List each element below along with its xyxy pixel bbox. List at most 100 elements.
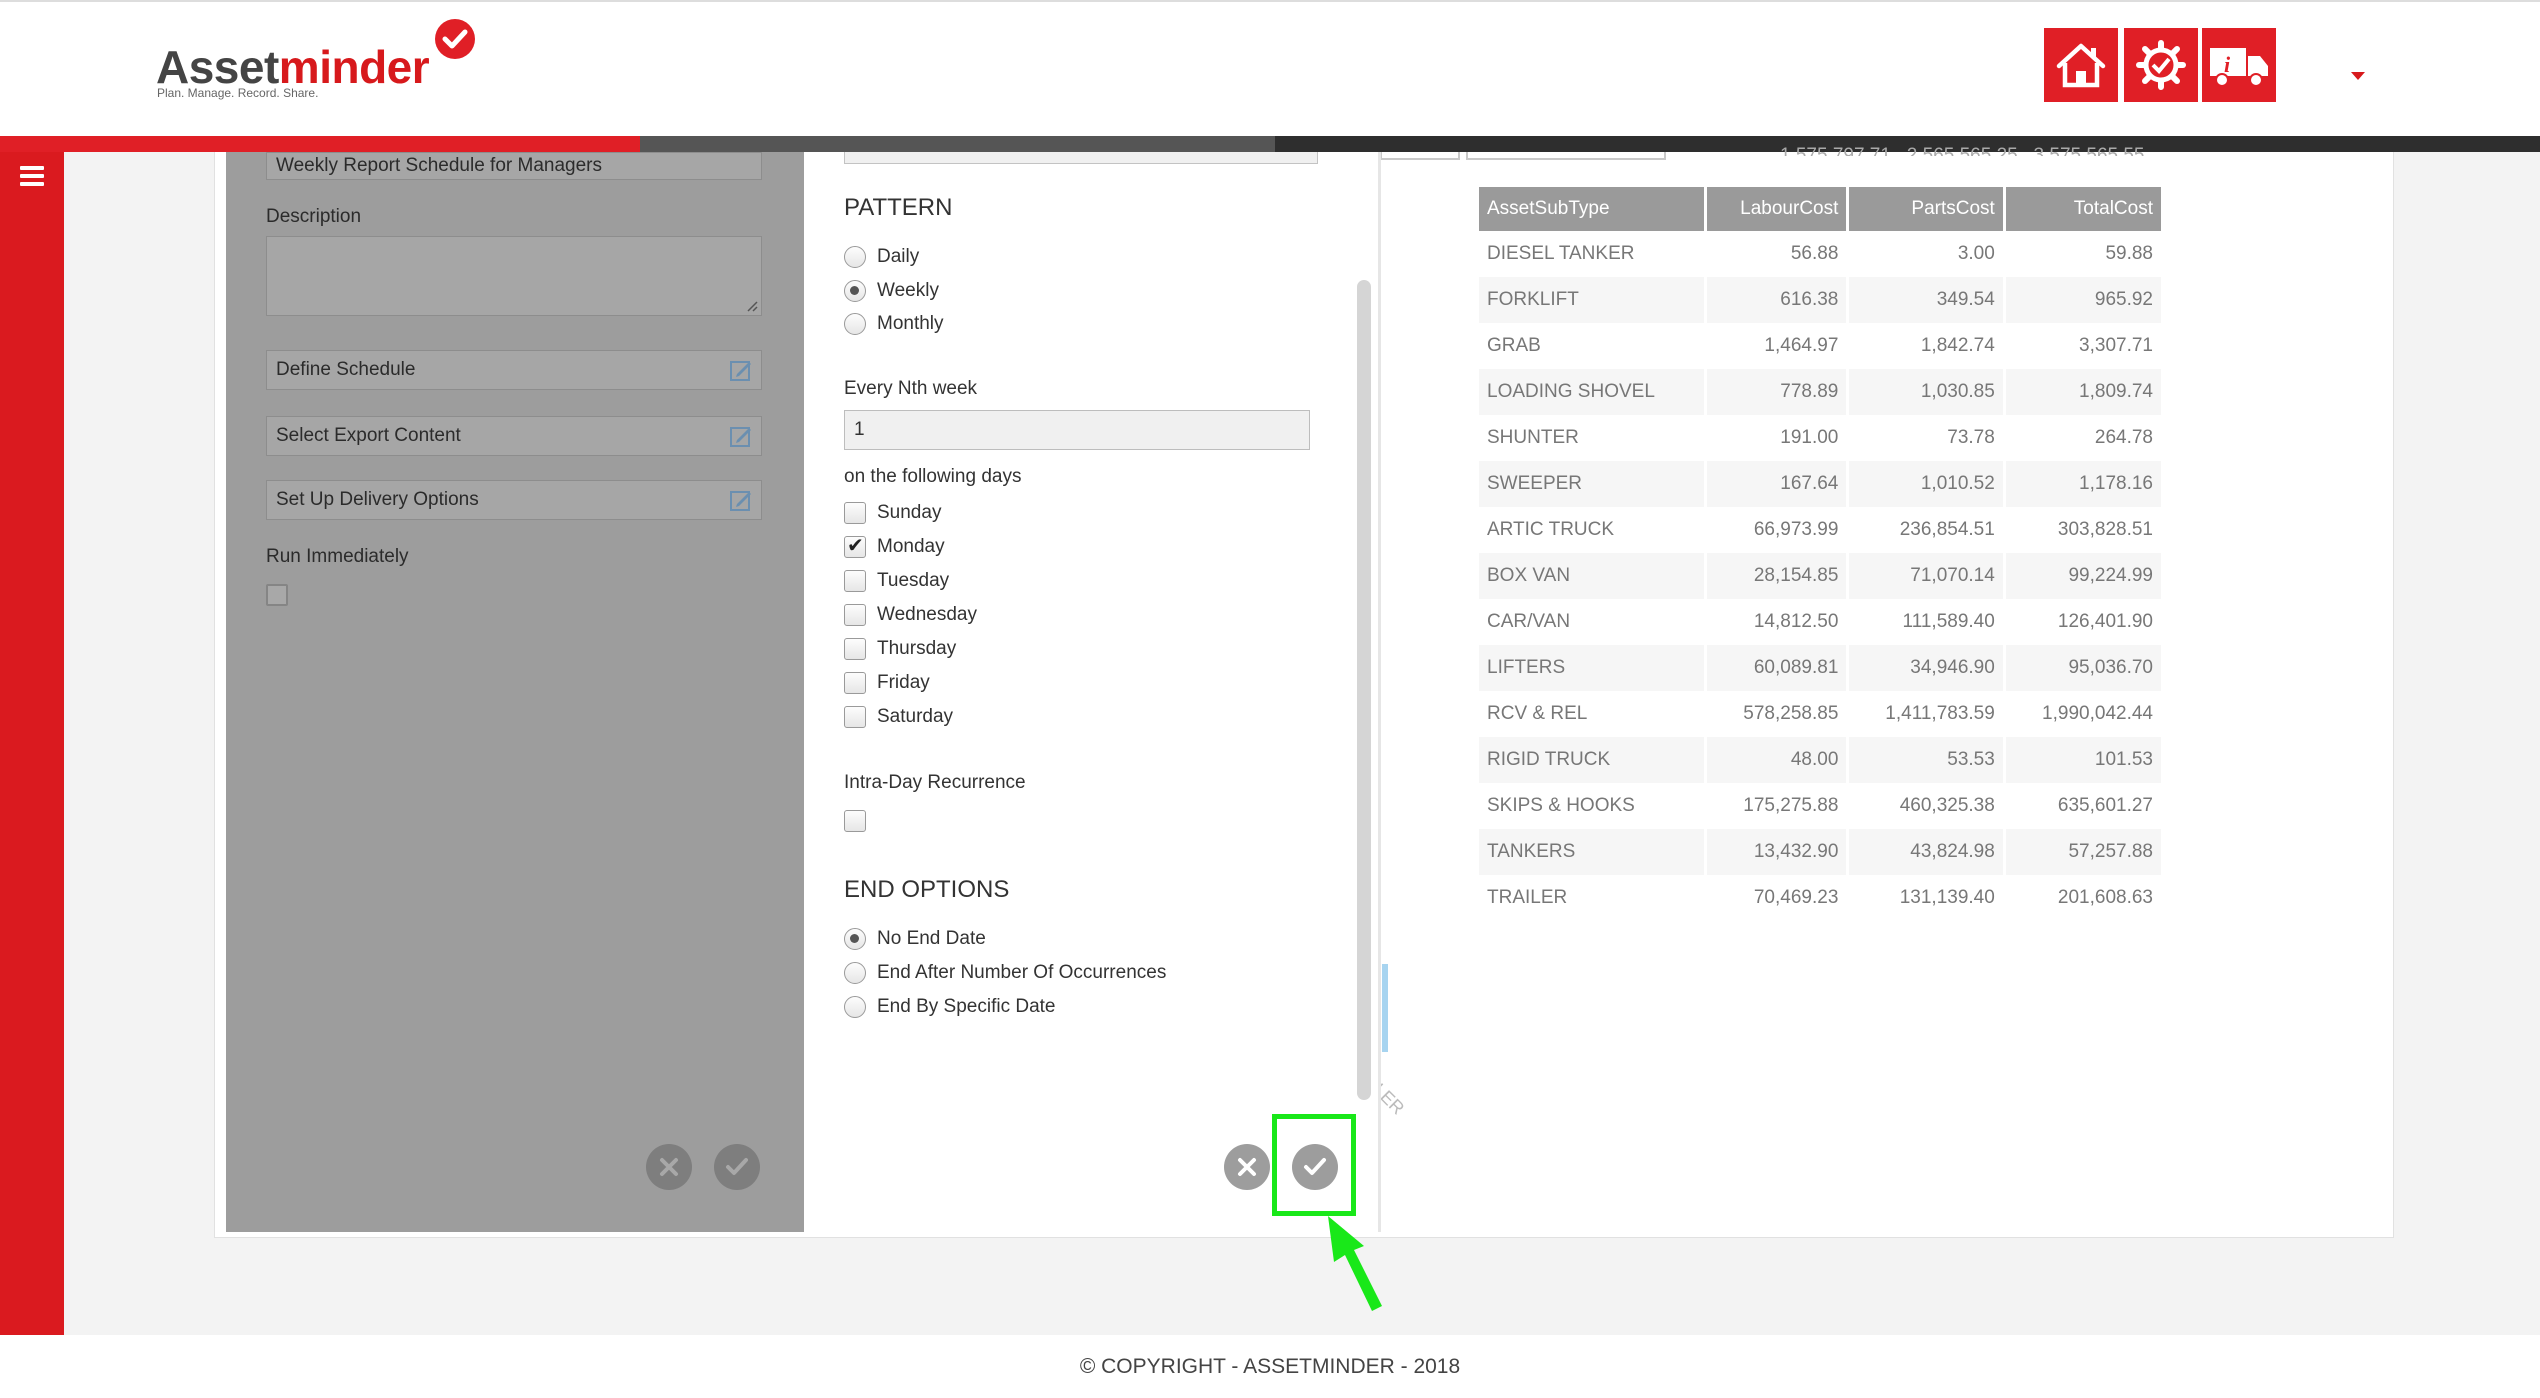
table-cell: 28,154.85 bbox=[1706, 553, 1847, 599]
schedule-cancel-button[interactable] bbox=[1224, 1144, 1270, 1190]
table-cell: 635,601.27 bbox=[2057, 795, 2153, 816]
edit-icon[interactable] bbox=[729, 488, 753, 512]
nth-week-input[interactable]: 1 bbox=[844, 410, 1310, 450]
check-icon bbox=[726, 1158, 748, 1175]
panel-scrollbar[interactable] bbox=[1357, 280, 1371, 1100]
table-cell: 73.78 bbox=[1947, 427, 1995, 448]
table-cell: CAR/VAN bbox=[1487, 611, 1571, 632]
close-icon bbox=[660, 1158, 678, 1176]
table-row: FORKLIFT 616.38 349.54 965.92 bbox=[1479, 277, 2161, 323]
description-field[interactable] bbox=[266, 236, 762, 316]
end-radio-no-end-date[interactable] bbox=[844, 928, 866, 950]
table-cell: 48.00 bbox=[1706, 737, 1847, 783]
day-checkbox-tuesday[interactable] bbox=[844, 570, 866, 592]
table-cell: 126,401.90 bbox=[2057, 611, 2153, 632]
user-menu-caret-icon[interactable] bbox=[2351, 72, 2365, 80]
table-row: DIESEL TANKER 56.88 3.00 59.88 bbox=[1479, 231, 2161, 277]
nth-week-label: Every Nth week bbox=[844, 378, 978, 399]
table-row: LIFTERS 60,089.81 34,946.90 95,036.70 bbox=[1479, 645, 2161, 691]
end-label-specific-date: End By Specific Date bbox=[877, 996, 1056, 1017]
table-cell: 71,070.14 bbox=[1849, 553, 2003, 599]
day-label-saturday: Saturday bbox=[877, 706, 954, 727]
select-export-content-field[interactable]: Select Export Content bbox=[266, 416, 762, 456]
column-header-partscost[interactable]: PartsCost bbox=[1849, 187, 2003, 231]
hamburger-menu-icon[interactable] bbox=[20, 166, 44, 186]
table-cell: ARTIC TRUCK bbox=[1487, 519, 1615, 540]
table-cell: 191.00 bbox=[1780, 427, 1839, 448]
table-cell: 14,812.50 bbox=[1753, 611, 1839, 632]
progress-strip bbox=[0, 136, 2540, 152]
cancel-button[interactable] bbox=[646, 1144, 692, 1190]
end-label-after-occurrences: End After Number Of Occurrences bbox=[877, 962, 1167, 983]
edit-icon[interactable] bbox=[729, 424, 753, 448]
table-row: SWEEPER 167.64 1,010.52 1,178.16 bbox=[1479, 461, 2161, 507]
partial-top-field[interactable] bbox=[844, 152, 1318, 164]
pattern-radio-weekly[interactable] bbox=[844, 280, 866, 302]
day-checkbox-thursday[interactable] bbox=[844, 638, 866, 660]
table-row: SKIPS & HOOKS 175,275.88 460,325.38 635,601… bbox=[1479, 783, 2161, 829]
table-cell: 1,411,783.59 bbox=[1885, 703, 1995, 724]
define-schedule-label: Define Schedule bbox=[276, 359, 416, 380]
logo-tagline: Plan. Manage. Record. Share. bbox=[157, 86, 319, 100]
day-checkbox-monday[interactable] bbox=[844, 533, 866, 558]
table-cell: 460,325.38 bbox=[1899, 795, 1995, 816]
table-cell: 1,010.52 bbox=[1849, 461, 2003, 507]
day-checkbox-wednesday[interactable] bbox=[844, 604, 866, 626]
table-cell: 131,139.40 bbox=[1899, 887, 1995, 908]
table-cell: 1,030.85 bbox=[1849, 369, 2003, 415]
day-label-thursday: Thursday bbox=[877, 638, 957, 659]
edit-icon[interactable] bbox=[729, 358, 753, 382]
end-radio-after-occurrences[interactable] bbox=[844, 962, 866, 984]
column-header-assetsubtype[interactable]: AssetSubType bbox=[1479, 187, 1704, 231]
table-cell: 59.88 bbox=[2105, 243, 2153, 264]
panel-divider bbox=[1378, 152, 1381, 1232]
run-immediately-checkbox[interactable] bbox=[266, 584, 288, 606]
end-radio-specific-date[interactable] bbox=[844, 996, 866, 1018]
table-cell: BOX VAN bbox=[1479, 553, 1704, 599]
vehicle-info-button[interactable]: i bbox=[2202, 28, 2276, 102]
table-cell: 1,809.74 bbox=[2005, 369, 2161, 415]
table-cell: LOADING SHOVEL bbox=[1479, 369, 1704, 415]
home-button[interactable] bbox=[2044, 28, 2118, 102]
table-header-row: AssetSubType LabourCost PartsCost TotalC… bbox=[1479, 187, 2161, 231]
intraday-checkbox[interactable] bbox=[844, 810, 866, 832]
column-header-labourcost[interactable]: LabourCost bbox=[1706, 187, 1847, 231]
bg-partial-box-1 bbox=[1380, 152, 1460, 160]
table-cell: 578,258.85 bbox=[1743, 703, 1839, 724]
table-cell: DIESEL TANKER bbox=[1487, 243, 1635, 264]
pattern-radio-monthly[interactable] bbox=[844, 313, 866, 335]
define-schedule-field[interactable]: Define Schedule bbox=[266, 350, 762, 390]
table-cell: 66,973.99 bbox=[1753, 519, 1839, 540]
table-cell: RIGID TRUCK bbox=[1479, 737, 1704, 783]
pattern-radio-daily[interactable] bbox=[844, 246, 866, 268]
table-cell: 60,089.81 bbox=[1706, 645, 1847, 691]
day-label-tuesday: Tuesday bbox=[877, 570, 950, 591]
day-checkbox-sunday[interactable] bbox=[844, 502, 866, 524]
table-cell: 264.78 bbox=[2094, 427, 2153, 448]
table-cell: 1,842.74 bbox=[1920, 335, 1995, 356]
maintenance-button[interactable] bbox=[2124, 28, 2198, 102]
table-cell: 13,432.90 bbox=[1706, 829, 1847, 875]
end-label-no-end-date: No End Date bbox=[877, 928, 986, 949]
table-cell: 236,854.51 bbox=[1899, 519, 1995, 540]
home-icon bbox=[2056, 43, 2106, 88]
pattern-label-weekly: Weekly bbox=[877, 280, 939, 301]
schedule-name-field[interactable]: Weekly Report Schedule for Managers bbox=[266, 152, 762, 180]
table-cell: 1,990,042.44 bbox=[2042, 703, 2153, 724]
bg-partial-totals: 1,575,797.71 2,565,565.25 3,575,565.55 bbox=[1780, 145, 2145, 156]
table-cell: GRAB bbox=[1487, 335, 1541, 356]
table-cell: 53.53 bbox=[1849, 737, 2003, 783]
cost-table-container: AssetSubType LabourCost PartsCost TotalC… bbox=[1476, 187, 2164, 921]
delivery-options-field[interactable]: Set Up Delivery Options bbox=[266, 480, 762, 520]
svg-text:i: i bbox=[2224, 52, 2231, 77]
column-header-totalcost[interactable]: TotalCost bbox=[2005, 187, 2161, 231]
resize-handle-icon[interactable] bbox=[746, 300, 758, 312]
description-label: Description bbox=[266, 206, 362, 227]
day-checkbox-friday[interactable] bbox=[844, 672, 866, 694]
end-options-title: END OPTIONS bbox=[844, 876, 1010, 903]
day-label-sunday: Sunday bbox=[877, 502, 942, 523]
table-row: BOX VAN 28,154.85 71,070.14 99,224.99 bbox=[1479, 553, 2161, 599]
table-cell: FORKLIFT bbox=[1479, 277, 1704, 323]
confirm-button[interactable] bbox=[714, 1144, 760, 1190]
day-checkbox-saturday[interactable] bbox=[844, 706, 866, 728]
